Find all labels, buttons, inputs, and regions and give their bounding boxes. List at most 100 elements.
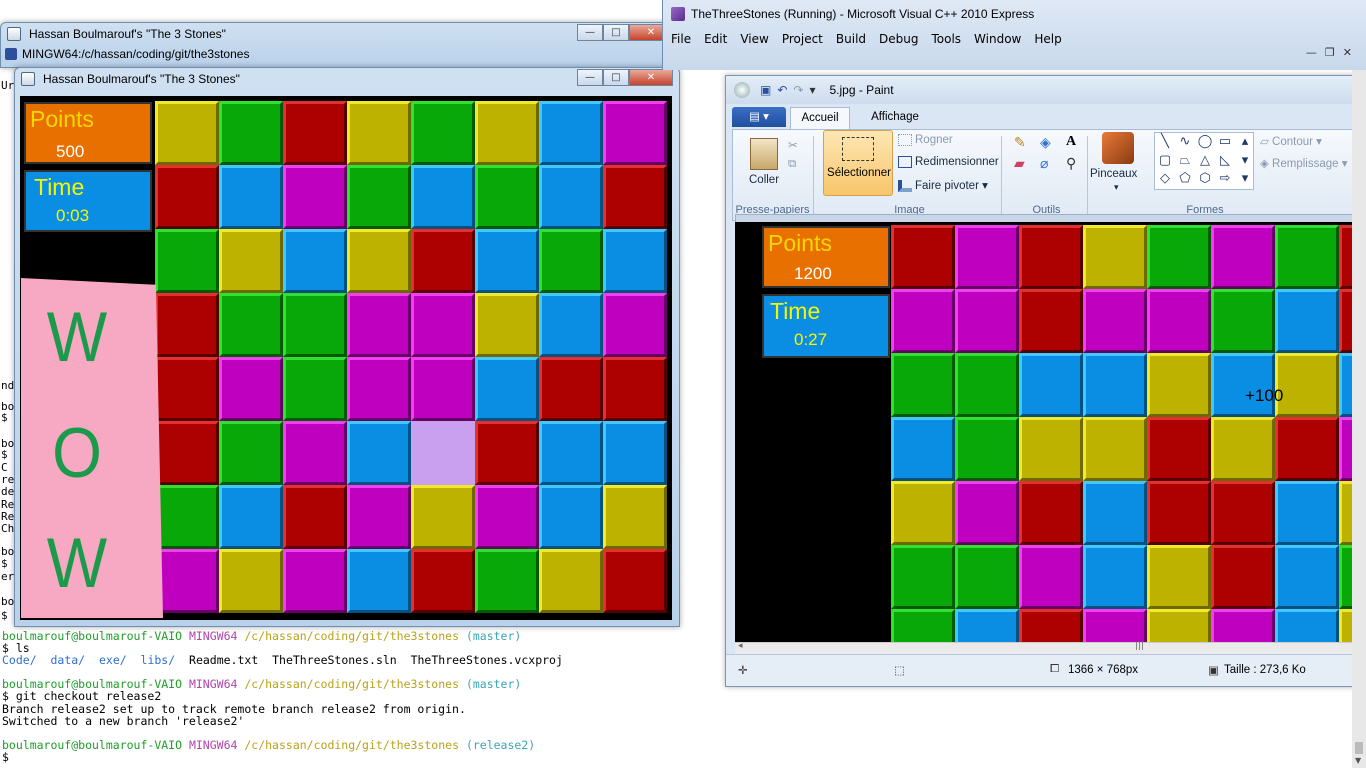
color-picker-icon[interactable]: ⌀ [1040, 155, 1062, 172]
vs-menu-item[interactable]: Window [974, 32, 1021, 46]
stone-green[interactable] [155, 229, 219, 293]
paint-window[interactable]: ▣ ↶ ↷ ▾ 5.jpg - Paint ▤ ▾ Accueil Affich… [725, 75, 1366, 687]
vs-menu-item[interactable]: Debug [879, 32, 918, 46]
stone-yellow[interactable] [347, 229, 411, 293]
stone-green[interactable] [219, 421, 283, 485]
stone-blue[interactable] [347, 421, 411, 485]
paste-button[interactable]: Coller [749, 174, 779, 186]
paint-titlebar[interactable]: ▣ ↶ ↷ ▾ 5.jpg - Paint [726, 76, 1365, 104]
stone-blue[interactable] [539, 421, 603, 485]
stone-blue[interactable] [219, 165, 283, 229]
stone-yellow[interactable] [219, 229, 283, 293]
shapes-more-icon[interactable]: ▾ [1235, 170, 1255, 189]
vs-restore-button[interactable]: ❐ [1325, 46, 1335, 59]
game-window-back[interactable]: Hassan Boulmarouf's "The 3 Stones" — □ ✕… [0, 22, 680, 68]
stone-purple[interactable] [219, 357, 283, 421]
vs-menu-item[interactable]: Tools [931, 32, 961, 46]
horizontal-scrollbar[interactable]: ◂ ||| [735, 641, 1366, 654]
stone-yellow[interactable] [603, 485, 667, 549]
eraser-icon[interactable]: ▰ [1014, 155, 1036, 172]
stone-green[interactable] [475, 549, 539, 613]
stone-blue[interactable] [539, 101, 603, 165]
save-icon[interactable]: ▣ [760, 83, 771, 97]
vs-menu-item[interactable]: Edit [704, 32, 727, 46]
stone-green[interactable] [283, 357, 347, 421]
stone-red[interactable] [539, 357, 603, 421]
polygon-icon[interactable]: ⏢ [1175, 152, 1195, 171]
triangle-icon[interactable]: △ [1195, 152, 1215, 171]
vs-vertical-scrollbar[interactable]: ▼ [1352, 70, 1366, 768]
stone-purple[interactable] [603, 293, 667, 357]
vs-menu-item[interactable]: View [740, 32, 768, 46]
stone-red[interactable] [155, 165, 219, 229]
stone-green[interactable] [475, 165, 539, 229]
stone-purple[interactable] [411, 357, 475, 421]
paste-icon[interactable] [750, 138, 778, 170]
visual-studio-window[interactable]: TheThreeStones (Running) - Microsoft Vis… [662, 0, 1366, 70]
maximize-button[interactable]: □ [603, 24, 629, 41]
stone-yellow[interactable] [219, 549, 283, 613]
stone-blue[interactable] [347, 549, 411, 613]
scroll-thumb[interactable] [1355, 742, 1363, 754]
stone-blue[interactable] [539, 485, 603, 549]
stone-purple[interactable] [411, 293, 475, 357]
minimize-button[interactable]: — [577, 24, 603, 41]
stone-red[interactable] [155, 357, 219, 421]
tab-affichage[interactable]: Affichage [860, 107, 930, 129]
vs-menu-bar[interactable]: File Edit View Project Build Debug Tools Window… [671, 32, 1062, 46]
stone-blue[interactable] [539, 293, 603, 357]
line-icon[interactable]: ╲ [1155, 133, 1175, 152]
stone-green[interactable] [539, 229, 603, 293]
minimize-button[interactable]: — [577, 69, 603, 86]
stone-green[interactable] [219, 101, 283, 165]
shapes-scroll-icon[interactable]: ▴ [1235, 133, 1255, 152]
scroll-left-icon[interactable]: ◂ [738, 641, 743, 651]
stone-green[interactable] [283, 293, 347, 357]
rounded-rectangle-icon[interactable]: ▢ [1155, 152, 1175, 171]
brush-icon[interactable] [1102, 132, 1134, 164]
stone-red[interactable] [283, 485, 347, 549]
vs-close-button[interactable]: ✕ [1343, 46, 1352, 59]
stone-purple[interactable] [475, 485, 539, 549]
stone-blue[interactable] [219, 485, 283, 549]
shapes-scroll-down-icon[interactable]: ▾ [1235, 152, 1255, 171]
resize-button[interactable]: Redimensionner [915, 156, 999, 168]
stone-blue[interactable] [411, 165, 475, 229]
stone-purple[interactable] [283, 421, 347, 485]
shapes-gallery[interactable]: ╲ ∿ ◯ ▭ ▴ ▢ ⏢ △ ◺ ▾ ◇ ⬠ ⬡ ⇨ ▾ [1154, 132, 1254, 190]
stone-yellow[interactable] [475, 101, 539, 165]
stone-red[interactable] [155, 293, 219, 357]
crop-button[interactable]: Rogner [915, 134, 953, 146]
stone-red[interactable] [411, 229, 475, 293]
stone-yellow[interactable] [155, 101, 219, 165]
stone-blue[interactable] [603, 229, 667, 293]
right-triangle-icon[interactable]: ◺ [1215, 152, 1235, 171]
fill-icon[interactable]: ◈ [1040, 134, 1062, 151]
stone-green[interactable] [347, 165, 411, 229]
diamond-icon[interactable]: ◇ [1155, 170, 1175, 189]
rectangle-icon[interactable]: ▭ [1215, 133, 1235, 152]
maximize-button[interactable]: □ [603, 69, 629, 86]
stone-red[interactable] [603, 549, 667, 613]
undo-icon[interactable]: ↶ [777, 83, 787, 97]
stone-red[interactable] [155, 421, 219, 485]
stone-red[interactable] [411, 549, 475, 613]
copy-icon[interactable]: ⧉ [788, 158, 796, 171]
paint-canvas[interactable]: Points 1200 Time 0:27 +100 [735, 222, 1366, 642]
text-icon[interactable]: A [1066, 134, 1088, 151]
stone-lilac[interactable] [411, 421, 475, 485]
pentagon-icon[interactable]: ⬠ [1175, 170, 1195, 189]
redo-icon[interactable]: ↷ [793, 83, 803, 97]
pencil-icon[interactable]: ✎ [1014, 134, 1036, 151]
tab-accueil[interactable]: Accueil [790, 107, 850, 129]
brushes-dropdown-icon[interactable]: ▾ [1114, 182, 1119, 193]
stone-yellow[interactable] [475, 293, 539, 357]
cut-icon[interactable]: ✂ [788, 138, 798, 152]
stone-purple[interactable] [283, 165, 347, 229]
vs-menu-item[interactable]: Build [836, 32, 866, 46]
stone-yellow[interactable] [347, 101, 411, 165]
stone-red[interactable] [475, 421, 539, 485]
stone-purple[interactable] [283, 549, 347, 613]
brushes-button[interactable]: Pinceaux [1090, 168, 1137, 180]
stone-purple[interactable] [603, 101, 667, 165]
